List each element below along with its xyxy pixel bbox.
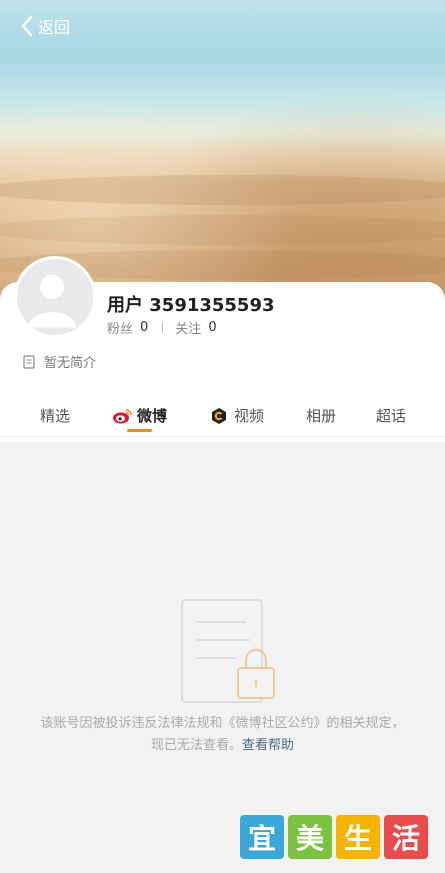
watermark-char: 宜 (240, 815, 284, 859)
weibo-icon (113, 408, 132, 423)
tab-label: 相册 (306, 407, 337, 425)
tab-label: 视频 (234, 407, 265, 425)
tab-supertopic[interactable]: 超话 (376, 405, 406, 426)
tab-label: 超话 (376, 407, 407, 425)
following-label[interactable]: 关注 (175, 318, 201, 337)
stats-divider (162, 322, 164, 333)
tab-featured[interactable]: 精选 (40, 405, 70, 426)
followers-count[interactable]: 0 (140, 320, 148, 335)
help-link[interactable]: 查看帮助 (242, 738, 294, 753)
default-avatar-icon (28, 274, 77, 328)
tab-album[interactable]: 相册 (306, 405, 336, 426)
back-button[interactable]: 返回 (20, 14, 70, 38)
watermark-char: 生 (336, 815, 380, 859)
following-count[interactable]: 0 (208, 320, 216, 335)
account-notice: 该账号因被投诉违反法律法规和《微博社区公约》的相关规定，现已无法查看。查看帮助 (40, 713, 405, 757)
username: 用户 3591355593 (107, 295, 275, 316)
notice-text: 该账号因被投诉违反法律法规和《微博社区公约》的相关规定，现已无法查看。 (40, 716, 405, 753)
profile-intro: 暂无简介 (22, 352, 96, 371)
watermark-logo: 宜 美 生 活 (240, 815, 428, 859)
followers-label[interactable]: 粉丝 (107, 318, 133, 337)
chevron-left-icon (21, 15, 33, 37)
tab-video[interactable]: 视频 (210, 405, 264, 426)
active-tab-indicator (127, 429, 152, 432)
document-icon (23, 354, 35, 369)
locked-document-icon (181, 599, 275, 703)
watermark-char: 活 (384, 815, 428, 859)
tab-weibo[interactable]: 微博 (112, 405, 167, 426)
profile-tabs: 精选 微博 视频 相册 超话 (0, 395, 445, 437)
video-icon (212, 407, 226, 424)
profile-stats: 粉丝 0 关注 0 (107, 318, 217, 337)
tab-label: 微博 (137, 407, 168, 425)
watermark-char: 美 (288, 815, 332, 859)
back-label: 返回 (38, 18, 71, 37)
avatar[interactable] (14, 256, 96, 338)
intro-text: 暂无简介 (44, 356, 97, 371)
sand-ripple (0, 215, 445, 245)
cover-banner (0, 0, 445, 300)
sand-ripple (0, 175, 445, 205)
tab-label: 精选 (40, 407, 71, 425)
